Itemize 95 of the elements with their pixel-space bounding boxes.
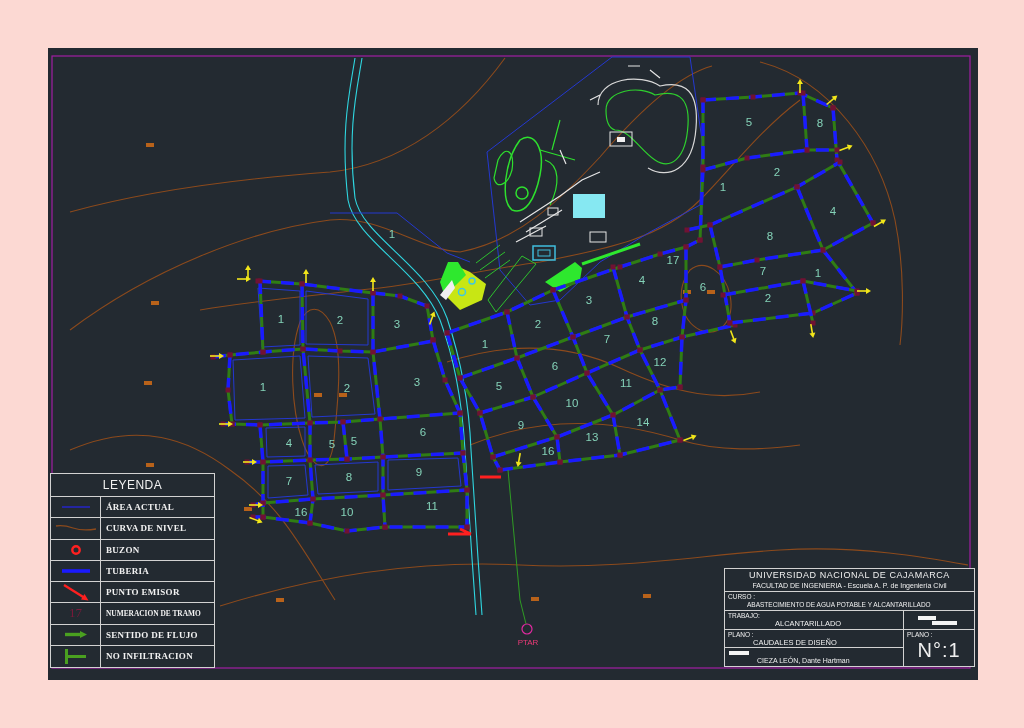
contour-line-icon bbox=[54, 524, 97, 533]
survey-mark bbox=[146, 143, 154, 147]
legend-label: ÁREA ACTUAL bbox=[106, 502, 175, 513]
survey-mark bbox=[276, 598, 284, 602]
flow-arrow bbox=[428, 311, 436, 326]
pipe-line-icon bbox=[61, 568, 90, 573]
block-number: 6 bbox=[699, 281, 707, 293]
block-number: 8 bbox=[651, 315, 659, 327]
university-name: UNIVERSIDAD NACIONAL DE CAJAMARCA bbox=[749, 570, 950, 581]
block-number: 1 bbox=[259, 381, 267, 393]
legend-label: PUNTO EMISOR bbox=[106, 587, 180, 598]
flow-arrow-icon bbox=[64, 631, 87, 639]
legend-label: CURVA DE NIVEL bbox=[106, 523, 187, 534]
block-number: 16 bbox=[294, 506, 308, 518]
block-number: 4 bbox=[829, 205, 837, 217]
block-number: 2 bbox=[534, 318, 542, 330]
block-number: 10 bbox=[565, 397, 579, 409]
legend-label: TUBERIA bbox=[106, 565, 150, 576]
block-number: 16 bbox=[541, 445, 555, 457]
flow-arrow bbox=[729, 329, 737, 344]
survey-mark bbox=[144, 381, 152, 385]
block-number: 5 bbox=[328, 438, 336, 450]
survey-mark bbox=[151, 301, 159, 305]
survey-mark bbox=[531, 597, 539, 601]
survey-mark bbox=[683, 290, 691, 294]
block-number: 8 bbox=[345, 471, 353, 483]
block-number: 5 bbox=[745, 116, 753, 128]
block-number: 12 bbox=[653, 356, 667, 368]
block-number: 7 bbox=[603, 333, 611, 345]
flow-arrow bbox=[242, 459, 257, 465]
block-number: 8 bbox=[816, 117, 824, 129]
block-number: 13 bbox=[585, 431, 599, 443]
flow-arrow bbox=[248, 502, 263, 508]
block-number: 10 bbox=[340, 506, 354, 518]
block-number: 1 bbox=[388, 228, 396, 240]
flow-arrow bbox=[838, 144, 853, 152]
block-number: 5 bbox=[350, 435, 358, 447]
treatment-plant-marker bbox=[521, 623, 533, 635]
block-number: 7 bbox=[759, 265, 767, 277]
block-number: 3 bbox=[393, 318, 401, 330]
block-number: 17 bbox=[666, 254, 680, 266]
redacted-bar bbox=[729, 651, 749, 655]
outfall-marker bbox=[446, 527, 473, 536]
block-number: 1 bbox=[481, 338, 489, 350]
boundary-line-icon bbox=[61, 506, 90, 509]
flow-arrow bbox=[873, 219, 887, 228]
ring-icon bbox=[70, 544, 81, 555]
block-number: 2 bbox=[336, 314, 344, 326]
legend-label: SENTIDO DE FLUJO bbox=[106, 629, 198, 640]
flow-arrow bbox=[209, 353, 224, 359]
flow-arrow bbox=[218, 421, 233, 427]
block-number: 11 bbox=[620, 377, 632, 389]
block-number: 8 bbox=[766, 230, 774, 242]
block-number: 5 bbox=[495, 380, 503, 392]
flow-arrow bbox=[248, 516, 263, 524]
sheet-number: N°:1 bbox=[917, 639, 961, 662]
block-number: 1 bbox=[814, 267, 822, 279]
section-number-sample: 17 bbox=[69, 605, 82, 622]
legend-label: BUZON bbox=[106, 544, 140, 555]
flow-arrow bbox=[825, 95, 838, 106]
legend-label: NO INFILTRACION bbox=[106, 651, 193, 662]
block-number: 4 bbox=[638, 274, 646, 286]
t-shape-icon bbox=[65, 648, 86, 664]
block-number: 14 bbox=[636, 416, 650, 428]
block-number: 2 bbox=[343, 382, 351, 394]
block-number: 9 bbox=[517, 419, 525, 431]
survey-mark bbox=[314, 393, 322, 397]
flow-arrow bbox=[370, 277, 376, 292]
block-number: 2 bbox=[764, 292, 772, 304]
flow-arrow bbox=[856, 288, 871, 294]
diagonal-arrow-icon bbox=[62, 583, 89, 601]
flow-arrow bbox=[809, 323, 816, 338]
block-number: 6 bbox=[551, 360, 559, 372]
block-number: 6 bbox=[419, 426, 427, 438]
legend-title: LEYENDA bbox=[102, 478, 163, 492]
survey-mark bbox=[643, 594, 651, 598]
flow-arrow bbox=[515, 452, 522, 467]
survey-mark bbox=[707, 290, 715, 294]
survey-mark bbox=[146, 463, 154, 467]
block-number: 3 bbox=[413, 376, 421, 388]
flow-arrow bbox=[303, 269, 309, 284]
flow-arrow bbox=[797, 79, 803, 94]
block-number: 11 bbox=[426, 500, 438, 512]
block-number: 3 bbox=[585, 294, 593, 306]
block-number: 4 bbox=[285, 437, 293, 449]
block-number: 2 bbox=[773, 166, 781, 178]
block-number: 9 bbox=[415, 466, 423, 478]
survey-mark bbox=[339, 393, 347, 397]
plant-label: PTAR bbox=[517, 638, 539, 647]
flow-arrow bbox=[682, 434, 697, 442]
block-number: 1 bbox=[719, 181, 727, 193]
block-number: 7 bbox=[285, 475, 293, 487]
block-number: 1 bbox=[277, 313, 285, 325]
survey-mark bbox=[244, 507, 252, 511]
outfall-marker bbox=[480, 475, 501, 479]
